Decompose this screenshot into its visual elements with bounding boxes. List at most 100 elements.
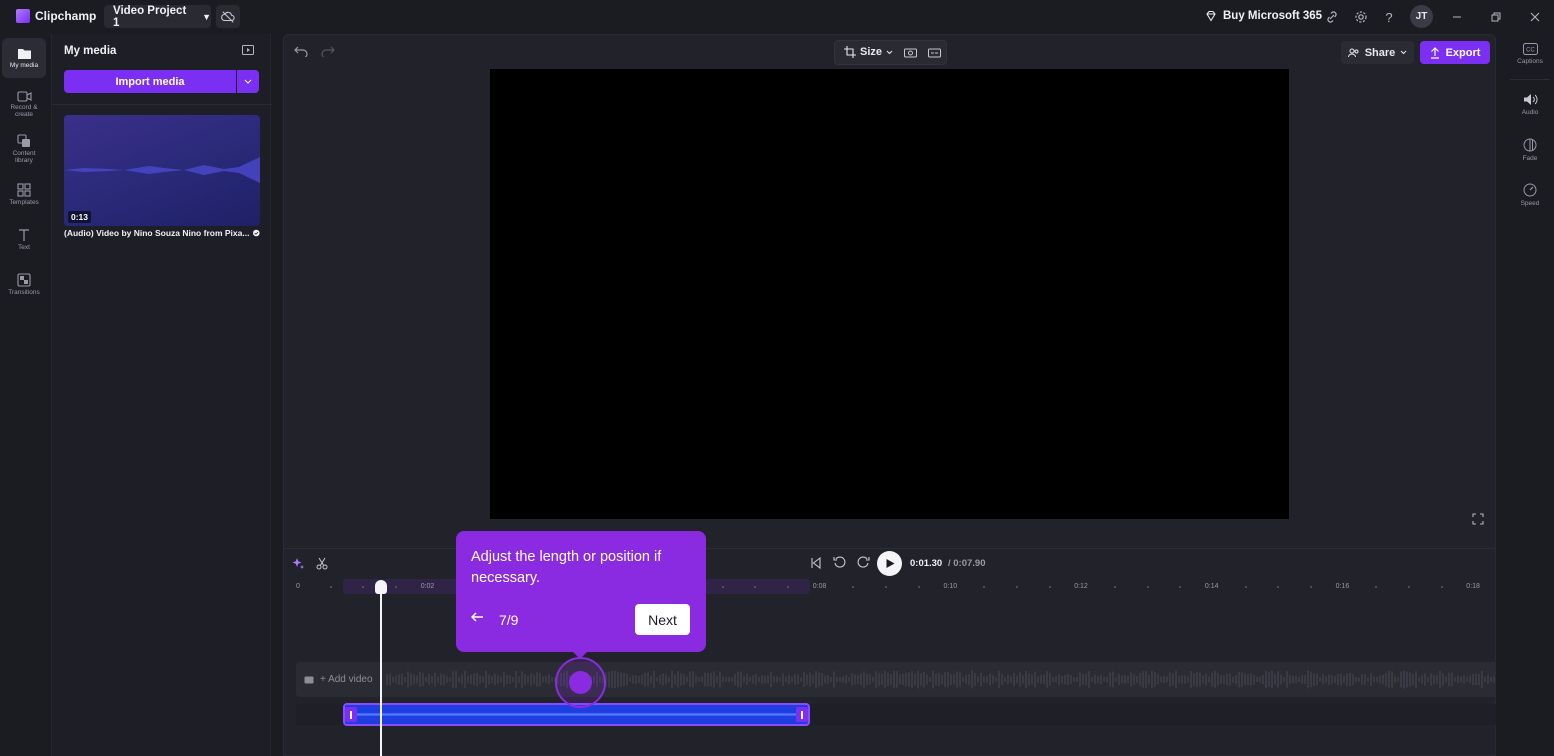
fullscreen-icon[interactable]	[1472, 513, 1484, 525]
track-texture-bar	[452, 670, 454, 689]
check-circle-icon	[253, 229, 260, 237]
back-arrow-icon[interactable]	[471, 612, 484, 622]
ruler-tick-label: 0:02	[420, 583, 435, 590]
crop-icon	[844, 46, 856, 58]
track-texture-bar	[1445, 676, 1447, 683]
avatar[interactable]: JT	[1410, 5, 1433, 28]
video-track[interactable]	[296, 662, 1496, 697]
track-texture-bar	[851, 673, 853, 686]
track-texture-bar	[1115, 677, 1117, 682]
track-texture-bar	[1427, 677, 1429, 682]
ai-sparkle-icon[interactable]	[292, 557, 305, 570]
track-texture-bar	[1058, 674, 1060, 685]
track-texture-bar	[1148, 674, 1150, 685]
cloud-sync-off-button[interactable]	[216, 5, 240, 28]
size-button[interactable]: Size	[844, 46, 893, 58]
track-texture-bar	[1163, 676, 1165, 683]
track-texture-bar	[1388, 670, 1390, 689]
add-video-button[interactable]: + Add video	[304, 674, 373, 685]
skip-to-start-icon[interactable]	[810, 557, 822, 569]
link-icon[interactable]	[1324, 9, 1340, 25]
playhead[interactable]	[380, 590, 382, 756]
next-button[interactable]: Next	[635, 604, 690, 635]
track-texture-bar	[389, 673, 391, 686]
track-texture-bar	[926, 674, 928, 685]
track-texture-bar	[1235, 674, 1237, 685]
track-texture-bar	[1040, 675, 1042, 684]
track-texture-bar	[776, 676, 778, 683]
screen-mode-icon[interactable]	[904, 47, 917, 58]
ruler-tick-label: 0	[296, 583, 300, 590]
audio-waveform	[345, 713, 808, 716]
captions-add-icon[interactable]	[928, 47, 941, 58]
redo-icon[interactable]	[321, 45, 335, 57]
rail-label: My media	[9, 62, 39, 69]
rail-item-audio[interactable]: Audio	[1506, 93, 1554, 116]
ruler-minor-tick	[1113, 586, 1116, 588]
track-texture-bar	[1157, 674, 1159, 685]
track-texture-bar	[1433, 674, 1435, 685]
close-icon[interactable]	[1527, 9, 1543, 25]
track-texture-bar	[1097, 675, 1099, 684]
rail-item-transitions[interactable]: Transitions	[2, 264, 46, 304]
track-texture-bar	[1181, 675, 1183, 684]
track-texture-bar	[1412, 673, 1414, 686]
track-texture-bar	[1316, 673, 1318, 686]
import-dropdown-button[interactable]	[237, 70, 259, 93]
track-texture-bar	[905, 672, 907, 687]
track-texture-bar	[1049, 673, 1051, 686]
split-scissors-icon[interactable]	[316, 557, 328, 570]
rewind-5-icon[interactable]	[833, 556, 846, 569]
import-media-button[interactable]: Import media	[64, 70, 236, 93]
rail-item-record-create[interactable]: Record & create	[2, 84, 46, 124]
track-texture-bar	[1151, 670, 1153, 689]
rail-item-captions[interactable]: CC Captions	[1506, 43, 1554, 65]
track-texture-bar	[1265, 671, 1267, 688]
transitions-icon	[17, 272, 31, 287]
track-texture-bar	[929, 676, 931, 683]
restore-icon[interactable]	[1488, 9, 1504, 25]
rail-item-templates[interactable]: Templates	[2, 174, 46, 214]
project-title-button[interactable]: Video Project 1 ▼	[104, 5, 211, 29]
forward-5-icon[interactable]	[857, 556, 870, 569]
track-texture-bar	[989, 673, 991, 686]
clip-trim-handle-right[interactable]	[796, 707, 808, 722]
rail-item-content-library[interactable]: Content library	[2, 129, 46, 169]
export-button[interactable]: Export	[1420, 41, 1490, 64]
track-texture-bar	[506, 675, 508, 684]
video-preview[interactable]	[490, 69, 1289, 519]
track-texture-bar	[878, 672, 880, 687]
share-button[interactable]: Share	[1341, 41, 1414, 64]
track-texture-bar	[446, 676, 448, 683]
track-texture-bar	[1028, 673, 1030, 686]
track-texture-bar	[752, 675, 754, 684]
rail-item-my-media[interactable]: My media	[2, 38, 46, 78]
media-view-icon[interactable]	[242, 45, 254, 55]
track-texture-bar	[1037, 676, 1039, 683]
rail-item-text[interactable]: Text	[2, 219, 46, 259]
track-texture-bar	[716, 675, 718, 684]
track-texture-bar	[533, 674, 535, 685]
buy-microsoft-365-link[interactable]: Buy Microsoft 365	[1205, 10, 1322, 22]
clip-trim-handle-left[interactable]	[345, 707, 357, 722]
track-texture-bar	[1139, 673, 1141, 686]
track-texture-bar	[1397, 677, 1399, 682]
media-thumbnail[interactable]: 0:13	[64, 115, 260, 226]
undo-icon[interactable]	[294, 45, 308, 57]
track-texture-bar	[515, 671, 517, 688]
track-texture-bar	[1382, 674, 1384, 685]
minimize-icon[interactable]	[1449, 9, 1465, 25]
tour-beacon[interactable]	[569, 671, 592, 694]
play-button[interactable]	[877, 551, 902, 576]
help-icon[interactable]: ?	[1381, 9, 1397, 25]
track-texture-bar	[473, 673, 475, 686]
settings-gear-icon[interactable]	[1353, 9, 1369, 25]
ruler-minor-tick	[1244, 586, 1247, 588]
track-texture-bar	[1001, 673, 1003, 686]
track-texture-bar	[1400, 671, 1402, 688]
rail-label: Record & create	[10, 103, 38, 118]
track-texture-bar	[1256, 676, 1258, 683]
playhead-handle[interactable]	[375, 580, 387, 594]
rail-item-speed[interactable]: Speed	[1506, 183, 1554, 207]
rail-item-fade[interactable]: Fade	[1506, 138, 1554, 162]
